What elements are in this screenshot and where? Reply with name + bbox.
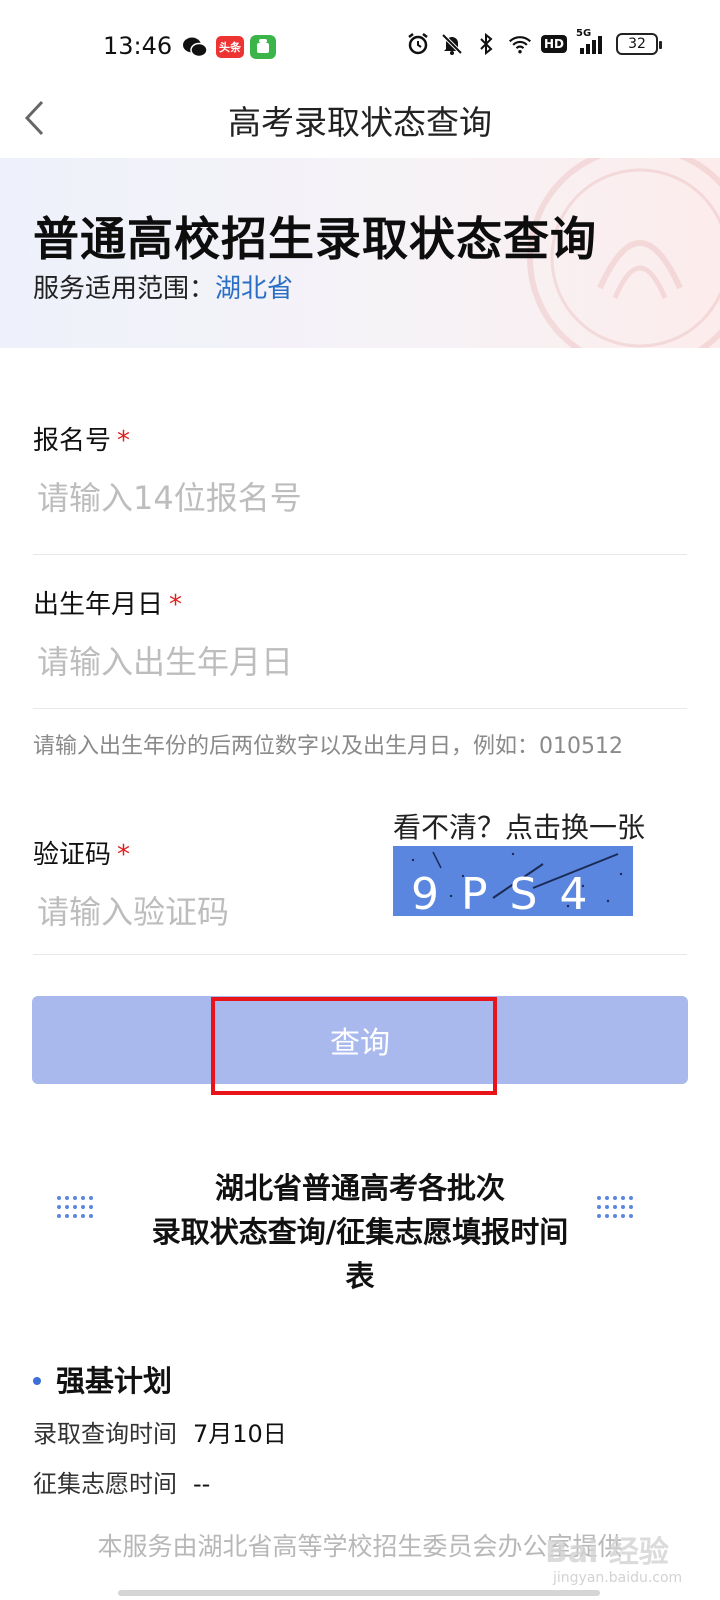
bluetooth-icon bbox=[474, 32, 498, 56]
header-banner: 普通高校招生录取状态查询 服务适用范围：湖北省 bbox=[0, 158, 720, 348]
reg-no-label: 报名号 * bbox=[33, 420, 687, 457]
battery-icon: 32 bbox=[616, 33, 662, 55]
toutiao-label: 头条 bbox=[219, 41, 241, 54]
divider bbox=[33, 708, 687, 709]
signal-icon: 5G bbox=[576, 28, 606, 56]
reg-no-input[interactable] bbox=[33, 475, 687, 521]
battery-level: 32 bbox=[628, 36, 646, 52]
service-scope: 服务适用范围：湖北省 bbox=[33, 268, 293, 305]
plan-name: 强基计划 bbox=[56, 1364, 173, 1398]
captcha-image[interactable]: 9PS4 bbox=[393, 846, 633, 916]
captcha-label-text: 验证码 bbox=[33, 840, 112, 870]
reg-no-field: 报名号 * bbox=[33, 420, 687, 521]
divider bbox=[33, 554, 687, 555]
schedule-title-line1: 湖北省普通高考各批次 bbox=[214, 1171, 505, 1205]
toutiao-icon: 头条 bbox=[216, 36, 244, 58]
hd-icon: HD bbox=[541, 32, 568, 56]
home-indicator[interactable] bbox=[118, 1590, 600, 1596]
divider bbox=[33, 954, 687, 955]
captcha-refresh-link[interactable]: 看不清？点击换一张 bbox=[393, 806, 645, 846]
banner-title: 普通高校招生录取状态查询 bbox=[33, 212, 597, 266]
birth-date-hint: 请输入出生年份的后两位数字以及出生月日，例如：010512 bbox=[33, 734, 623, 759]
birth-date-label: 出生年月日 * bbox=[33, 584, 687, 621]
network-label: 5G bbox=[576, 28, 592, 39]
service-scope-value: 湖北省 bbox=[215, 274, 294, 304]
captcha-label: 验证码 * bbox=[33, 834, 373, 871]
wechat-icon bbox=[182, 35, 208, 59]
status-bar: 13:46 头条 HD 5G 32 bbox=[0, 0, 720, 92]
recruit-time-value: -- bbox=[193, 1470, 211, 1498]
birth-date-field: 出生年月日 * bbox=[33, 584, 687, 685]
captcha-field: 验证码 * bbox=[33, 834, 373, 935]
bullet-icon bbox=[33, 1377, 41, 1385]
watermark-logo: Bai 经验 bbox=[545, 1535, 669, 1570]
captcha-text: 9PS4 bbox=[411, 869, 610, 916]
alarm-icon bbox=[406, 32, 430, 56]
hd-label: HD bbox=[541, 35, 568, 53]
mute-bell-icon bbox=[440, 32, 464, 56]
required-mark: * bbox=[117, 426, 131, 456]
dots-decoration-icon bbox=[57, 1196, 93, 1218]
birth-date-input[interactable] bbox=[33, 639, 687, 685]
watermark-url: jingyan.baidu.com bbox=[553, 1570, 683, 1586]
query-button[interactable]: 查询 bbox=[32, 996, 688, 1084]
reg-no-label-text: 报名号 bbox=[33, 426, 112, 456]
query-time-row: 录取查询时间 7月10日 bbox=[33, 1414, 287, 1449]
nav-bar: 高考录取状态查询 bbox=[0, 92, 720, 158]
page-title: 高考录取状态查询 bbox=[228, 103, 492, 142]
captcha-input[interactable] bbox=[33, 889, 373, 935]
service-scope-label: 服务适用范围： bbox=[33, 274, 216, 304]
wifi-icon bbox=[508, 32, 532, 56]
recruit-time-row: 征集志愿时间 -- bbox=[33, 1464, 210, 1499]
query-time-label: 录取查询时间 bbox=[33, 1420, 177, 1448]
schedule-title-line2: 录取状态查询/征集志愿填报时间 bbox=[151, 1215, 569, 1249]
schedule-title-line3: 表 bbox=[345, 1259, 375, 1293]
required-mark: * bbox=[169, 590, 183, 620]
recruit-time-label: 征集志愿时间 bbox=[33, 1470, 177, 1498]
birth-date-label-text: 出生年月日 bbox=[33, 590, 164, 620]
required-mark: * bbox=[117, 840, 131, 870]
android-store-icon bbox=[250, 35, 276, 59]
schedule-title: 湖北省普通高考各批次 录取状态查询/征集志愿填报时间 表 bbox=[100, 1166, 620, 1298]
status-time: 13:46 bbox=[103, 32, 173, 60]
query-time-value: 7月10日 bbox=[193, 1420, 287, 1448]
